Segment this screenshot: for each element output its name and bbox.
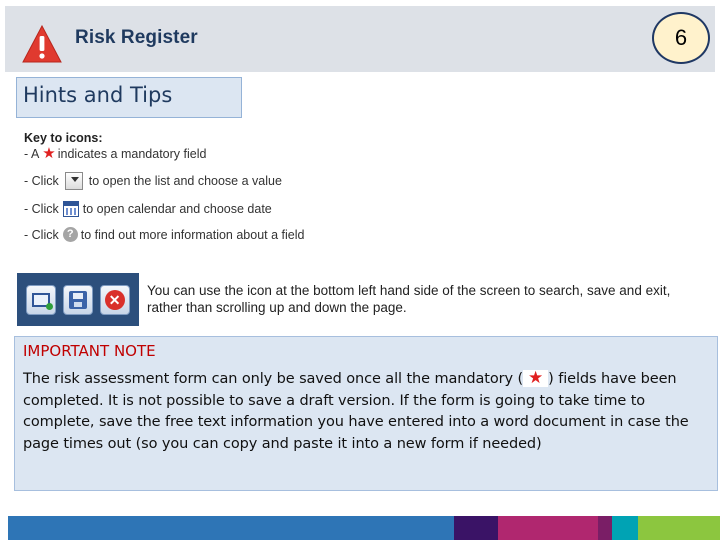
note-title: IMPORTANT NOTE bbox=[23, 342, 156, 360]
warning-icon bbox=[22, 24, 62, 63]
footer-stripe-segment bbox=[638, 516, 720, 540]
toolbar-description: You can use the icon at the bottom left … bbox=[147, 283, 671, 315]
key-row-prefix: - Click bbox=[24, 227, 59, 242]
key-row-text: indicates a mandatory field bbox=[57, 146, 207, 161]
footer-stripe-segment bbox=[0, 516, 8, 540]
note-text-part: The risk assessment form can only be sav… bbox=[23, 371, 524, 387]
key-title: Key to icons: bbox=[24, 131, 103, 145]
note-text: The risk assessment form can only be sav… bbox=[23, 369, 709, 455]
key-row-prefix: - Click bbox=[24, 174, 59, 188]
footer-stripe-segment bbox=[598, 516, 612, 540]
footer-stripe-segment bbox=[8, 516, 454, 540]
action-toolbar: ✕ bbox=[17, 273, 139, 326]
key-row-calendar: - Click to open calendar and choose date bbox=[24, 201, 272, 217]
dropdown-icon bbox=[64, 172, 83, 190]
key-row-mandatory: - A ★ indicates a mandatory field bbox=[24, 146, 206, 161]
red-star-icon: ★ bbox=[42, 145, 56, 162]
footer-stripe-segment bbox=[454, 516, 498, 540]
key-row-dropdown: - Click to open the list and choose a va… bbox=[24, 172, 282, 190]
calendar-icon bbox=[62, 201, 79, 217]
key-row-prefix: - A bbox=[24, 146, 40, 161]
search-button[interactable] bbox=[26, 284, 57, 315]
save-button[interactable] bbox=[62, 284, 93, 315]
page-number-badge: 6 bbox=[652, 12, 710, 64]
page-title: Risk Register bbox=[75, 27, 198, 48]
key-row-text: to find out more information about a fie… bbox=[80, 227, 305, 242]
close-icon: ✕ bbox=[104, 289, 125, 310]
header-bar: Risk Register bbox=[5, 6, 715, 72]
save-icon bbox=[68, 290, 87, 309]
important-note-box: IMPORTANT NOTE The risk assessment form … bbox=[14, 336, 718, 491]
hints-title: Hints and Tips bbox=[16, 77, 242, 118]
key-row-prefix: - Click bbox=[24, 202, 59, 216]
key-row-text: to open calendar and choose date bbox=[82, 202, 272, 216]
red-star-icon: ★ bbox=[523, 370, 549, 387]
help-icon: ? bbox=[62, 227, 78, 242]
footer-stripe-segment bbox=[612, 516, 638, 540]
key-row-help: - Click ? to find out more information a… bbox=[24, 227, 304, 242]
key-row-text: to open the list and choose a value bbox=[88, 174, 282, 188]
footer-stripe-segment bbox=[498, 516, 598, 540]
footer-stripe bbox=[0, 516, 720, 540]
search-icon bbox=[32, 292, 54, 310]
exit-button[interactable]: ✕ bbox=[99, 284, 130, 315]
